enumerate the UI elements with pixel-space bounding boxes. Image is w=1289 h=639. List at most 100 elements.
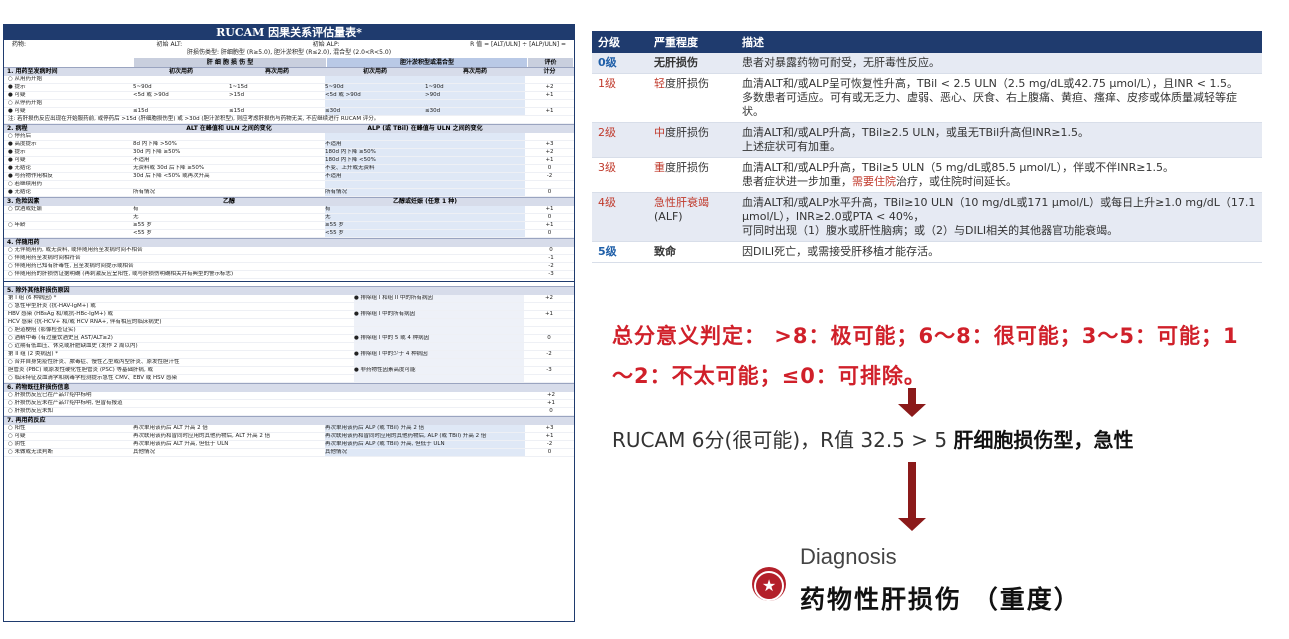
grade-severity: 致命 xyxy=(648,241,736,263)
grade-description: 血清ALT和/或ALP呈可恢复性升高，TBil < 2.5 ULN（2.5 mg… xyxy=(736,73,1262,123)
rucam-row: ● 与药物作用相反 30d 后下降 <50% 或再次升高 不适用 -2 xyxy=(4,173,574,181)
rucam-cell: 所有情况 xyxy=(133,189,156,195)
rucam-row: ● 可疑 ≤15d ≤15d ≤30d ≤30d +1 xyxy=(4,108,574,116)
rucam-row: ○ 肝损伤反应未知 0 xyxy=(4,408,574,416)
rucam-cell: ● 可疑 xyxy=(8,108,26,114)
grade-level: 3级 xyxy=(592,157,648,193)
rucam-cell: ≤15d xyxy=(133,108,149,114)
rucam-score xyxy=(524,319,574,326)
rucam-cell: 5~90d xyxy=(325,84,425,91)
rucam-cell: ○ 肝损伤反应已在产品介绍中标明 xyxy=(8,392,92,398)
rucam-row: ○ 胆道梗阻 (影像检查证实) xyxy=(4,327,574,335)
section-1-note: 注: 若肝损伤反应出现在开始服药前, 或停药后 >15d (肝细胞损伤型) 或 … xyxy=(4,116,574,124)
grade-description: 患者对暴露药物可耐受，无肝毒性反应。 xyxy=(736,53,1262,74)
rucam-score xyxy=(524,343,574,350)
grade-level: 2级 xyxy=(592,122,648,158)
rucam-cell xyxy=(354,319,524,326)
rucam-cell: 所有情况 xyxy=(325,189,525,196)
rucam-cell: 无 xyxy=(133,214,139,220)
rucam-cell: 再次单用该药后 ALT 升高, 但低于 ULN xyxy=(133,441,229,447)
section-7-rows: ○ 阳性 再次单用该药后 ALT 升高 2 倍再次单用该药后 ALP (或 TBi… xyxy=(4,425,574,457)
col-cholestatic: 胆汁淤积型或混合型 xyxy=(327,58,528,67)
rucam-cell: 8d 内下降 >50% xyxy=(133,141,177,147)
rucam-cell: 不适用 xyxy=(133,157,150,163)
rucam-row: ○ 无伴随用药, 或无资料, 或伴随用药至发病时间不相合 0 xyxy=(4,247,574,255)
rucam-cell: 不适用 xyxy=(325,173,525,180)
rucam-row: ○ 从停药开始 xyxy=(4,100,574,108)
rucam-cell: 有 xyxy=(325,206,525,213)
rucam-cell: ○ 伴随用药至发病时间相符合 xyxy=(8,255,81,261)
rucam-cell: 不适用 xyxy=(325,141,525,148)
rucam-cell xyxy=(325,76,425,83)
rucam-cell: <5d 或 >90d xyxy=(133,92,169,98)
section-2-rows: ○ 停药后 ● 高度提示 8d 内下降 >50% 不适用 +3 ● 提示 30d 内下降 ≥… xyxy=(4,133,574,197)
rucam-cell: ○ 饮酒或妊娠 xyxy=(8,206,43,212)
rucam-cell: ≤30d xyxy=(325,108,425,115)
rucam-cell xyxy=(354,375,524,382)
rucam-row: ○ 饮酒或妊娠 有 有 +1 xyxy=(4,206,574,214)
rucam-row: 第 II 组 (2 类病因) * ● 排除组 I 中的少于 4 种病因 -2 xyxy=(4,351,574,359)
rucam-cell: 再次联用该药和曾同时应用的其他药物后, ALT 升高 2 倍 xyxy=(133,433,271,439)
rucam-cell xyxy=(229,76,325,83)
rucam-cell: ○ 从停药开始 xyxy=(8,100,43,106)
rucam-row: ○ 可疑 再次联用该药和曾同时应用的其他药物后, ALT 升高 2 倍 再次联用该药… xyxy=(4,433,574,441)
rucam-cell: 再次单用该药后 ALP (或 TBil) 升高 2 倍 xyxy=(325,425,525,432)
rucam-row: ○ 肝损伤反应未在产品介绍中标明, 但曾有报道 +1 xyxy=(4,400,574,408)
rucam-score: +2 xyxy=(545,149,554,155)
grade-level: 1级 xyxy=(592,73,648,123)
rucam-score: +3 xyxy=(545,425,554,431)
rucam-score: 0 xyxy=(547,449,552,455)
rucam-row: ○ 合并自身免疫性肝炎、脓毒症、慢性乙型或丙型肝炎、原发性胆汁性 xyxy=(4,359,574,367)
rucam-cell: 无 xyxy=(325,214,525,221)
rucam-cell: ● 无结论 xyxy=(8,189,32,195)
grade-severity: 轻度肝损伤 xyxy=(648,73,736,123)
rucam-cell: ● 无结论 xyxy=(8,165,32,171)
grade-severity: 急性肝衰竭 (ALF) xyxy=(648,192,736,242)
rucam-cell: ● 提示 xyxy=(8,84,26,90)
rucam-cell: ○ 阴性 xyxy=(8,441,26,447)
section-7-header: 7. 再用药反应 xyxy=(4,416,574,425)
section-5-rows: 第 I 组 (6 种病因) * ● 排除组 I 和组 II 中的所有病因 +2 ○ 急… xyxy=(4,295,574,383)
section-3-rows: ○ 饮酒或妊娠有有 +1 无无 0 ○ 年龄 ≥55 岁 ≥55 岁 +1 <55 岁 <55 岁… xyxy=(4,206,574,238)
rucam-cell xyxy=(354,327,524,334)
rucam-cell: ○ 未做或无法判断 xyxy=(8,449,54,455)
rucam-cell: ● 可疑 xyxy=(8,157,26,163)
rucam-cell: ○ 可疑 xyxy=(8,433,26,439)
rucam-cell xyxy=(325,100,425,107)
rucam-score: 0 xyxy=(547,165,552,171)
rucam-cell: +1 xyxy=(545,92,554,98)
rucam-meta: 药物: 初始 ALT: 初始 ALP: R 值 = [ALT/ULN] ÷ [A… xyxy=(4,40,574,58)
rucam-scale-table: RUCAM 因果关系评估量表* 药物: 初始 ALT: 初始 ALP: R 值 … xyxy=(3,24,575,622)
meta-alp: 初始 ALP: xyxy=(312,41,340,48)
down-arrow-icon xyxy=(898,462,926,531)
grade-severity: 无肝损伤 xyxy=(648,53,736,74)
grade-description: 血清ALT和/或ALP升高，TBil≥2.5 ULN，或虽无TBil升高但INR… xyxy=(736,122,1262,158)
rucam-row: ○ 若继续用药 xyxy=(4,181,574,189)
rucam-score xyxy=(524,327,574,334)
rucam-cell: HCV 感染 (抗-HCV+ 和/或 HCV RNA+, 伴有相应的临床病史) xyxy=(8,319,162,325)
rucam-cell: ≥55 岁 xyxy=(133,222,152,228)
rucam-row: <55 岁 <55 岁 0 xyxy=(4,230,574,238)
rucam-cell xyxy=(229,100,325,107)
rucam-row: ○ 急性甲型肝炎 (抗-HAV-IgM+) 或 xyxy=(4,303,574,311)
grade-table-header: 分级 严重程度 描述 xyxy=(592,31,1262,53)
grade-description: 血清ALT和/或ALP水平升高，TBil≥10 ULN（10 mg/dL或171… xyxy=(736,192,1262,242)
rucam-cell: ● 与药物作用相反 xyxy=(8,173,54,179)
rucam-cell: ● 非药物性因素高度可能 xyxy=(354,367,524,374)
rucam-score: -3 xyxy=(548,271,554,277)
rucam-row: ○ 停药后 xyxy=(4,133,574,141)
meta-r-value: R 值 = [ALT/ULN] ÷ [ALP/ULN] = xyxy=(470,41,566,48)
rucam-row: ○ 伴随用药的肝损伤证据明确 (再刺激反应呈阳性, 或与肝损伤明确相关并有典型的… xyxy=(4,271,574,279)
rucam-score: +2 xyxy=(546,392,556,398)
rucam-cell: <55 岁 xyxy=(325,230,525,237)
rucam-cell: 其他情况 xyxy=(133,449,156,455)
rucam-cell: 5~90d xyxy=(133,84,152,90)
rucam-cell: ≥55 岁 xyxy=(325,222,525,229)
rucam-row: ● 提示 30d 内下降 ≥50% 180d 内下降 ≥50% +2 xyxy=(4,149,574,157)
rucam-cell: >90d xyxy=(425,92,525,99)
rucam-cell: ≤15d xyxy=(229,108,245,114)
rucam-cell: 第 I 组 (6 种病因) * xyxy=(8,295,57,301)
rucam-cell xyxy=(133,181,325,188)
rucam-score: -2 xyxy=(546,441,553,447)
grade-description: 因DILI死亡，或需接受肝移植才能存活。 xyxy=(736,241,1262,263)
